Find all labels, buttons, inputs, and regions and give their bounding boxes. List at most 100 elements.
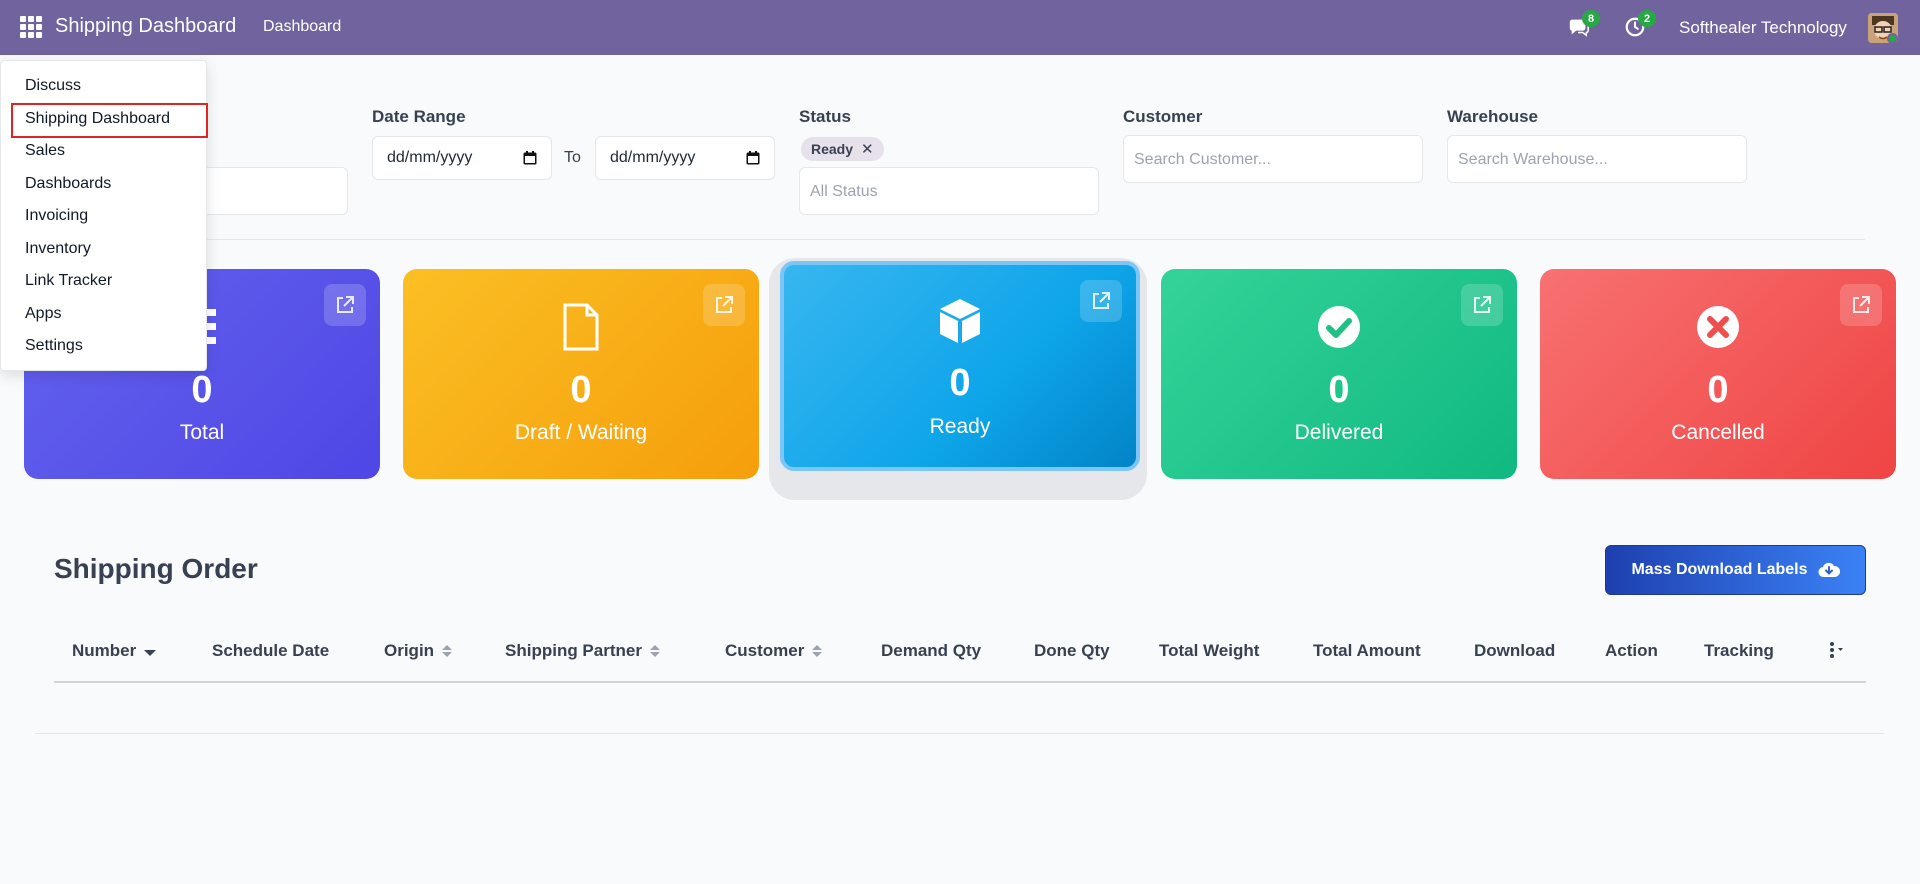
- customer-placeholder: Search Customer...: [1134, 151, 1271, 168]
- date-from-input[interactable]: dd/mm/yyyy: [372, 136, 552, 180]
- column-label: Download: [1474, 641, 1556, 660]
- column-label: Tracking: [1704, 641, 1774, 660]
- sort-icon: [442, 645, 453, 657]
- column-label: Shipping Partner: [505, 641, 642, 660]
- online-status-dot: [1887, 33, 1898, 44]
- card-label: Delivered: [1294, 421, 1384, 444]
- warehouse-search-input[interactable]: Search Warehouse...: [1447, 135, 1747, 183]
- card-count: 0: [570, 369, 592, 411]
- status-tag-ready: Ready ✕: [801, 137, 884, 161]
- column-demand-qty[interactable]: Demand Qty: [881, 641, 981, 661]
- column-label: Demand Qty: [881, 641, 982, 660]
- menu-item-invoicing[interactable]: Invoicing: [25, 207, 88, 225]
- card-count: 0: [949, 362, 971, 404]
- status-tag-label: Ready: [811, 141, 854, 157]
- column-shipping-partner[interactable]: Shipping Partner: [505, 641, 660, 661]
- sort-desc-icon: [144, 650, 157, 656]
- external-link-icon[interactable]: [1080, 280, 1122, 322]
- activities-badge: 2: [1638, 10, 1656, 27]
- card-cancelled[interactable]: 0 Cancelled: [1540, 269, 1896, 479]
- card-ready[interactable]: 0 Ready: [780, 261, 1140, 471]
- column-label: Schedule Date: [212, 641, 330, 660]
- messages-badge: 8: [1582, 10, 1600, 27]
- column-download[interactable]: Download: [1474, 641, 1555, 661]
- company-switcher[interactable]: Softhealer Technology: [1679, 18, 1847, 38]
- x-circle-icon: [1697, 306, 1739, 348]
- external-link-icon[interactable]: [1840, 284, 1882, 326]
- card-draft-waiting[interactable]: 0 Draft / Waiting: [403, 269, 759, 479]
- optional-columns-toggle[interactable]: [1829, 642, 1849, 658]
- menu-item-shipping-dashboard[interactable]: Shipping Dashboard: [25, 110, 170, 128]
- column-label: Number: [72, 641, 137, 660]
- column-action[interactable]: Action: [1605, 641, 1658, 661]
- customer-label: Customer: [1123, 107, 1203, 126]
- customer-search-input[interactable]: Search Customer...: [1123, 135, 1423, 183]
- date-to-value: dd/mm/yyyy: [610, 149, 696, 166]
- app-menu-dropdown: Discuss Shipping Dashboard Sales Dashboa…: [0, 60, 208, 371]
- sort-icon: [649, 645, 660, 657]
- menu-item-apps[interactable]: Apps: [25, 305, 61, 323]
- file-icon: [563, 303, 599, 351]
- sort-icon: [812, 645, 823, 657]
- warehouse-placeholder: Search Warehouse...: [1458, 151, 1608, 168]
- date-from-value: dd/mm/yyyy: [387, 149, 473, 166]
- card-label: Ready: [929, 415, 991, 438]
- column-customer[interactable]: Customer: [725, 641, 823, 661]
- column-settings-icon: [1830, 642, 1843, 658]
- apps-menu-icon[interactable]: [20, 16, 42, 38]
- calendar-icon[interactable]: [523, 151, 537, 165]
- activities-icon[interactable]: 2: [1624, 10, 1656, 40]
- date-range-label: Date Range: [372, 107, 466, 126]
- status-label: Status: [799, 107, 851, 126]
- calendar-icon[interactable]: [746, 151, 760, 165]
- column-label: Origin: [384, 641, 435, 660]
- column-label: Total Amount: [1313, 641, 1421, 660]
- column-schedule-date[interactable]: Schedule Date: [212, 641, 329, 661]
- column-number[interactable]: Number: [72, 641, 157, 661]
- external-link-icon[interactable]: [324, 284, 366, 326]
- box-icon: [940, 299, 980, 343]
- column-label: Total Weight: [1159, 641, 1260, 660]
- mass-download-label: Mass Download Labels: [1631, 561, 1808, 578]
- menu-item-discuss[interactable]: Discuss: [25, 77, 81, 95]
- card-count: 0: [1707, 369, 1729, 411]
- table-header-divider: [54, 681, 1866, 683]
- column-label: Done Qty: [1034, 641, 1110, 660]
- menu-item-dashboards[interactable]: Dashboards: [25, 175, 111, 193]
- nav-menu-dashboard[interactable]: Dashboard: [263, 18, 341, 36]
- card-label: Draft / Waiting: [514, 421, 648, 444]
- card-label: Total: [179, 421, 225, 444]
- top-navbar: Shipping Dashboard Dashboard 8 2 Softhea…: [0, 0, 1920, 55]
- external-link-icon[interactable]: [703, 284, 745, 326]
- table-bottom-divider: [35, 733, 1884, 734]
- date-to-separator: To: [564, 149, 581, 166]
- warehouse-label: Warehouse: [1447, 107, 1539, 126]
- app-brand[interactable]: Shipping Dashboard: [55, 15, 236, 38]
- column-done-qty[interactable]: Done Qty: [1034, 641, 1110, 661]
- column-total-amount[interactable]: Total Amount: [1313, 641, 1421, 661]
- card-count: 0: [191, 369, 213, 411]
- card-delivered[interactable]: 0 Delivered: [1161, 269, 1517, 479]
- mass-download-labels-button[interactable]: Mass Download Labels: [1605, 545, 1866, 595]
- cloud-download-icon: [1818, 562, 1840, 578]
- status-placeholder: All Status: [810, 183, 878, 200]
- external-link-icon[interactable]: [1461, 284, 1503, 326]
- remove-tag-icon[interactable]: ✕: [861, 140, 874, 158]
- status-select[interactable]: All Status: [799, 167, 1099, 215]
- filter-divider: [205, 239, 1865, 240]
- menu-item-sales[interactable]: Sales: [25, 142, 65, 160]
- menu-item-link-tracker[interactable]: Link Tracker: [25, 272, 112, 290]
- menu-item-inventory[interactable]: Inventory: [25, 240, 91, 258]
- messages-icon[interactable]: 8: [1568, 10, 1600, 40]
- date-to-input[interactable]: dd/mm/yyyy: [595, 136, 775, 180]
- card-count: 0: [1328, 369, 1350, 411]
- column-total-weight[interactable]: Total Weight: [1159, 641, 1259, 661]
- column-origin[interactable]: Origin: [384, 641, 453, 661]
- column-tracking[interactable]: Tracking: [1704, 641, 1774, 661]
- section-title: Shipping Order: [54, 553, 258, 584]
- column-label: Action: [1605, 641, 1658, 660]
- menu-item-settings[interactable]: Settings: [25, 337, 83, 355]
- column-label: Customer: [725, 641, 805, 660]
- card-label: Cancelled: [1671, 421, 1765, 444]
- check-circle-icon: [1318, 306, 1360, 348]
